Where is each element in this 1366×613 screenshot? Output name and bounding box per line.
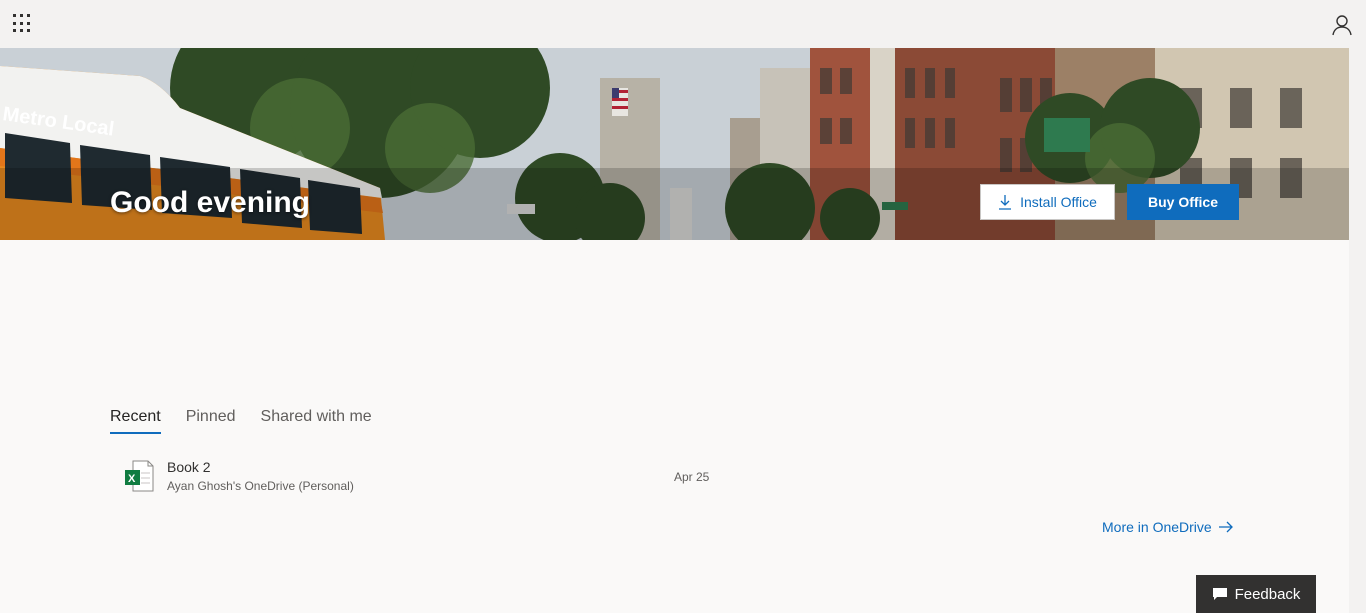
top-bar — [0, 0, 1366, 48]
file-date: Apr 25 — [674, 470, 710, 484]
feedback-label: Feedback — [1234, 585, 1301, 603]
download-icon — [999, 195, 1012, 210]
svg-text:X: X — [128, 473, 136, 485]
more-in-onedrive-label: More in OneDrive — [1102, 519, 1212, 535]
arrow-right-icon — [1218, 521, 1233, 533]
more-in-onedrive-link[interactable]: More in OneDrive — [1102, 519, 1234, 535]
tab-shared-with-me[interactable]: Shared with me — [261, 408, 372, 434]
buy-office-button[interactable]: Buy Office — [1127, 184, 1239, 220]
buy-office-label: Buy Office — [1147, 194, 1218, 210]
chat-bubble-icon — [1212, 588, 1227, 600]
file-name: Book 2 — [167, 459, 211, 475]
file-tabs: Recent Pinned Shared with me — [110, 408, 372, 434]
tab-recent[interactable]: Recent — [110, 408, 161, 434]
hero-banner: Metro Local Good evening Install Office … — [0, 48, 1349, 240]
tab-pinned[interactable]: Pinned — [186, 408, 236, 434]
install-office-label: Install Office — [1020, 194, 1097, 210]
excel-file-icon: X — [125, 460, 154, 492]
file-location: Ayan Ghosh's OneDrive (Personal) — [167, 479, 354, 493]
profile-icon[interactable] — [1331, 14, 1353, 36]
page-scrollbar[interactable] — [1349, 48, 1366, 613]
install-office-button[interactable]: Install Office — [980, 184, 1115, 220]
file-list-item[interactable]: X Book 2 Ayan Ghosh's OneDrive (Personal… — [110, 452, 730, 500]
app-launcher-waffle-icon[interactable] — [13, 14, 33, 34]
feedback-button[interactable]: Feedback — [1196, 575, 1316, 613]
greeting-heading: Good evening — [110, 186, 311, 219]
